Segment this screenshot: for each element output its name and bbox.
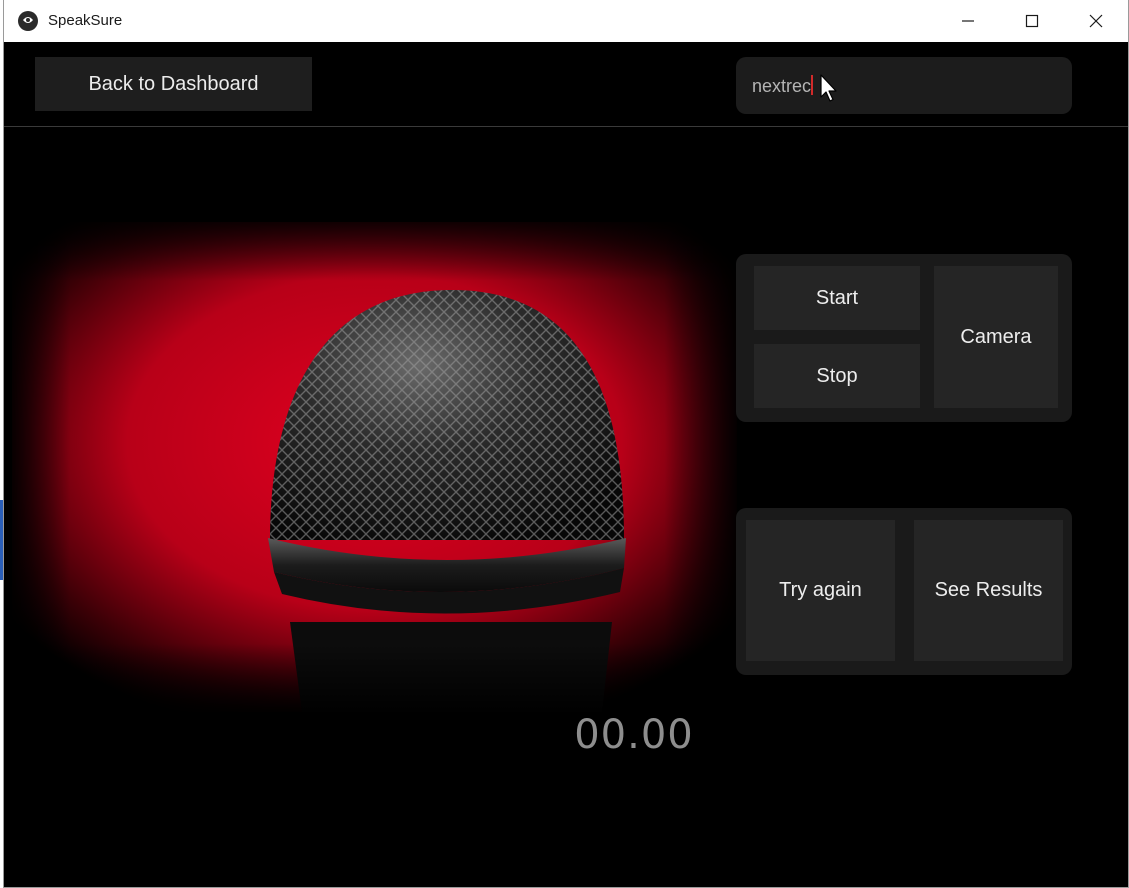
mouse-pointer-icon [820,74,837,102]
recording-timer: 00.00 [574,712,694,758]
text-caret [811,75,814,95]
try-again-button[interactable]: Try again [746,520,895,661]
close-icon [1089,14,1103,28]
start-button[interactable]: Start [754,266,920,330]
maximize-icon [1025,14,1039,28]
camera-button[interactable]: Camera [934,266,1058,408]
app-window: SpeakSure Back to Dashboard nextrec 00.0… [4,0,1128,887]
title-bar: SpeakSure [4,0,1128,42]
close-button[interactable] [1064,0,1128,42]
microphone-image [12,222,737,712]
minimize-button[interactable] [936,0,1000,42]
recording-controls-panel: Start Stop Camera [736,254,1072,422]
recording-name-text: nextrec [752,76,812,96]
recording-name-input[interactable]: nextrec [736,57,1072,114]
header-divider [4,126,1128,127]
maximize-button[interactable] [1000,0,1064,42]
speaksure-logo-icon [18,11,38,31]
see-results-button[interactable]: See Results [914,520,1063,661]
window-title: SpeakSure [48,12,123,29]
minimize-icon [962,20,974,22]
recording-name-value: nextrec [752,75,814,97]
results-controls-panel: Try again See Results [736,508,1072,675]
stop-button[interactable]: Stop [754,344,920,408]
back-to-dashboard-button[interactable]: Back to Dashboard [35,57,312,111]
